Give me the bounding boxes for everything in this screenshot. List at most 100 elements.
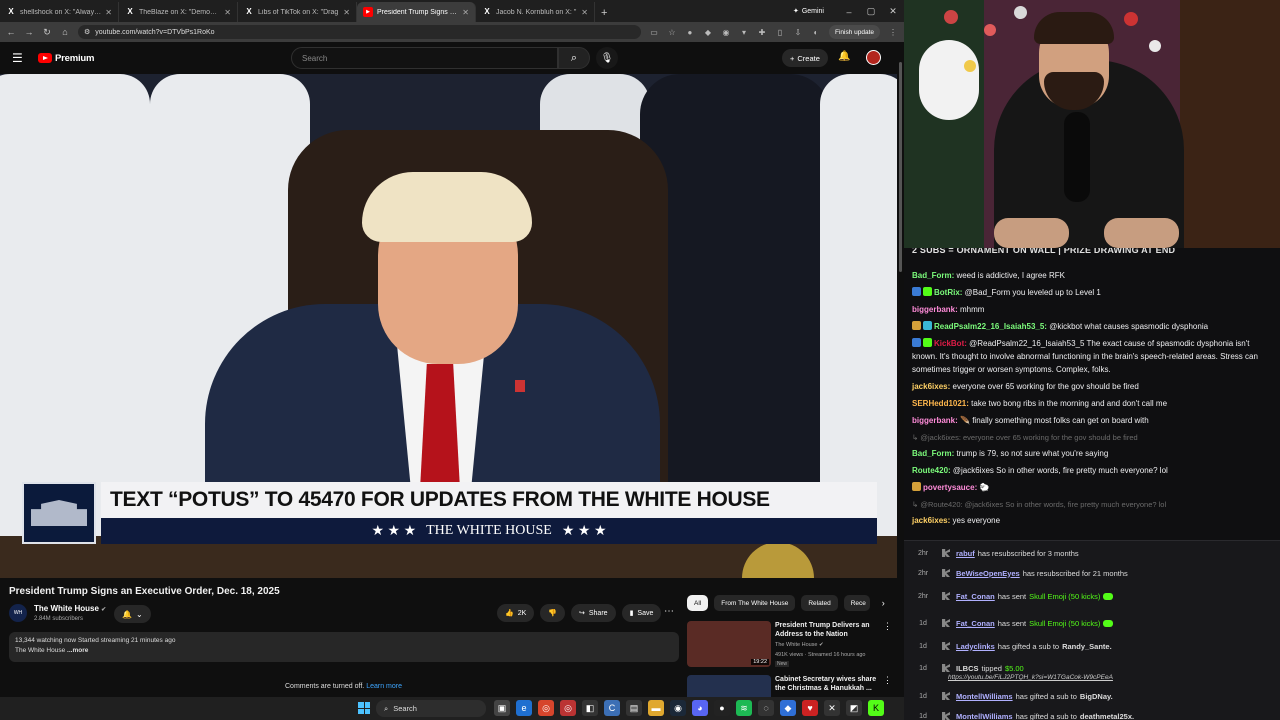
maximize-icon[interactable]: ▢: [860, 6, 882, 17]
finish-update-button[interactable]: Finish update: [828, 25, 880, 39]
recommended-title[interactable]: Cabinet Secretary wives share the Christ…: [775, 675, 879, 693]
home-icon[interactable]: ⌂: [60, 27, 70, 37]
download-icon[interactable]: ⇩: [793, 28, 803, 37]
share-button[interactable]: ↪ Share: [571, 604, 616, 622]
shield-icon[interactable]: ▾: [739, 28, 749, 37]
learn-more-link[interactable]: Learn more: [366, 683, 402, 690]
chat-username[interactable]: Bad_Form:: [912, 271, 954, 280]
chat-username[interactable]: biggerbank:: [912, 305, 958, 314]
chip-recent[interactable]: Rece: [843, 595, 870, 611]
more-link[interactable]: ...more: [67, 647, 88, 654]
kebab-menu-icon[interactable]: ⋮: [888, 28, 898, 37]
close-icon[interactable]: ✕: [581, 8, 588, 17]
chrome-icon[interactable]: ◎: [538, 700, 554, 716]
chat-username[interactable]: jack6ixes:: [912, 516, 950, 525]
browser-tab[interactable]: X Libs of TikTok on X: "Drag ✕: [238, 2, 357, 22]
chat-username[interactable]: jack6ixes:: [912, 382, 950, 391]
page-scrollbar[interactable]: [897, 42, 904, 697]
chat-username[interactable]: ReadPsalm22_16_Isaiah53_5:: [934, 322, 1047, 331]
like-button[interactable]: 👍 2K: [497, 604, 535, 622]
create-button[interactable]: + Create: [782, 49, 828, 67]
voice-search-button[interactable]: 🎙: [596, 47, 618, 69]
chip-all[interactable]: All: [687, 595, 709, 611]
dislike-button[interactable]: 👎: [540, 604, 565, 622]
video-thumbnail[interactable]: [687, 675, 771, 697]
edge-icon[interactable]: e: [516, 700, 532, 716]
event-username[interactable]: ILBCS: [956, 664, 979, 673]
tip-message-link[interactable]: https://youtu.be/FiLJ2PTQH_k?si=W1TGaCok…: [948, 674, 1113, 681]
spotify-icon[interactable]: ≋: [736, 700, 752, 716]
bookmark-star-icon[interactable]: ☆: [667, 28, 677, 37]
browser-tab[interactable]: X TheBlaze on X: "Democrat ✕: [119, 2, 238, 22]
notifications-bell-icon[interactable]: 🔔: [838, 51, 850, 62]
event-username[interactable]: Ladyclinks: [956, 642, 995, 651]
recommended-title[interactable]: President Trump Delivers an Address to t…: [775, 621, 879, 639]
close-icon[interactable]: ✕: [462, 8, 469, 17]
browser-tab[interactable]: X Jacob N. Kornbluh on X: " ✕: [476, 2, 595, 22]
taskbar-search[interactable]: ⌕ Search: [376, 700, 486, 717]
close-icon[interactable]: ✕: [224, 8, 231, 17]
scrollbar-thumb[interactable]: [899, 62, 902, 272]
subscribed-button[interactable]: 🔔 ⌄: [114, 605, 151, 623]
app-icon[interactable]: ◧: [582, 700, 598, 716]
extension-icon[interactable]: ◆: [703, 28, 713, 37]
folder-icon[interactable]: ▬: [648, 700, 664, 716]
chat-username[interactable]: BotRix:: [934, 288, 962, 297]
video-player[interactable]: TEXT “POTUS” TO 45470 FOR UPDATES FROM T…: [0, 74, 897, 578]
event-username[interactable]: Fat_Conan: [956, 592, 995, 601]
kebab-menu-icon[interactable]: ⋮: [883, 675, 892, 686]
site-info-icon[interactable]: ⚙: [84, 28, 90, 36]
more-actions-icon[interactable]: ⋯: [664, 606, 674, 617]
close-window-icon[interactable]: ✕: [882, 6, 904, 17]
app-icon[interactable]: ◌: [758, 700, 774, 716]
app-icon[interactable]: ♥: [802, 700, 818, 716]
terminal-icon[interactable]: ▤: [626, 700, 642, 716]
recommended-video[interactable]: Cabinet Secretary wives share the Christ…: [687, 675, 892, 697]
new-tab-button[interactable]: +: [595, 7, 613, 22]
cast-icon[interactable]: ▭: [649, 28, 659, 37]
obs-icon[interactable]: ●: [714, 700, 730, 716]
app-icon[interactable]: ✕: [824, 700, 840, 716]
save-button[interactable]: ▮ Save: [621, 604, 662, 622]
chat-username[interactable]: Bad_Form:: [912, 449, 954, 458]
account-avatar[interactable]: [866, 50, 881, 65]
channel-name[interactable]: The White House ✔: [34, 604, 106, 613]
kebab-menu-icon[interactable]: ⋮: [883, 621, 892, 632]
windows-start-icon[interactable]: [358, 702, 370, 714]
profile-icon[interactable]: ◐: [811, 28, 821, 37]
reload-icon[interactable]: ↻: [42, 27, 52, 38]
app-icon[interactable]: ◩: [846, 700, 862, 716]
event-username[interactable]: MontellWilliams: [956, 712, 1013, 720]
chat-username[interactable]: povertysauce:: [923, 483, 977, 492]
extension-icon[interactable]: ◉: [721, 28, 731, 37]
back-icon[interactable]: ←: [6, 27, 16, 37]
chat-username[interactable]: Route420:: [912, 466, 951, 475]
chat-username[interactable]: SERHedd1021:: [912, 399, 969, 408]
recommended-video[interactable]: 19:22 President Trump Delivers an Addres…: [687, 621, 892, 673]
app-icon[interactable]: ◆: [780, 700, 796, 716]
task-view-icon[interactable]: ▣: [494, 700, 510, 716]
event-username[interactable]: MontellWilliams: [956, 692, 1013, 701]
chip-from-channel[interactable]: From The White House: [714, 595, 796, 611]
extension-icon[interactable]: ●: [685, 28, 695, 37]
chat-username[interactable]: biggerbank:: [912, 416, 958, 425]
url-field[interactable]: ⚙ youtube.com/watch?v=DTVbPs1RoKo: [78, 25, 641, 39]
minimize-icon[interactable]: –: [838, 7, 860, 17]
youtube-logo[interactable]: Premium: [38, 53, 94, 64]
kick-icon[interactable]: K: [868, 700, 884, 716]
event-username[interactable]: Fat_Conan: [956, 619, 995, 628]
recommended-channel[interactable]: The White House ✔: [775, 642, 824, 648]
search-input[interactable]: Search: [291, 47, 558, 69]
browser-tab-active[interactable]: ▶ President Trump Signs an E ✕: [357, 2, 476, 22]
video-thumbnail[interactable]: 19:22: [687, 621, 771, 667]
puzzle-icon[interactable]: ✚: [757, 28, 767, 37]
event-username[interactable]: rabuf: [956, 549, 975, 558]
channel-avatar[interactable]: WH: [9, 604, 27, 622]
close-icon[interactable]: ✕: [105, 8, 112, 17]
chat-username[interactable]: KickBot:: [934, 339, 967, 348]
sidebar-icon[interactable]: ▯: [775, 28, 785, 37]
chevron-right-icon[interactable]: ›: [882, 598, 885, 608]
description-box[interactable]: 13,344 watching now Started streaming 21…: [9, 632, 679, 662]
discord-icon[interactable]: ◕: [692, 700, 708, 716]
forward-icon[interactable]: →: [24, 27, 34, 37]
